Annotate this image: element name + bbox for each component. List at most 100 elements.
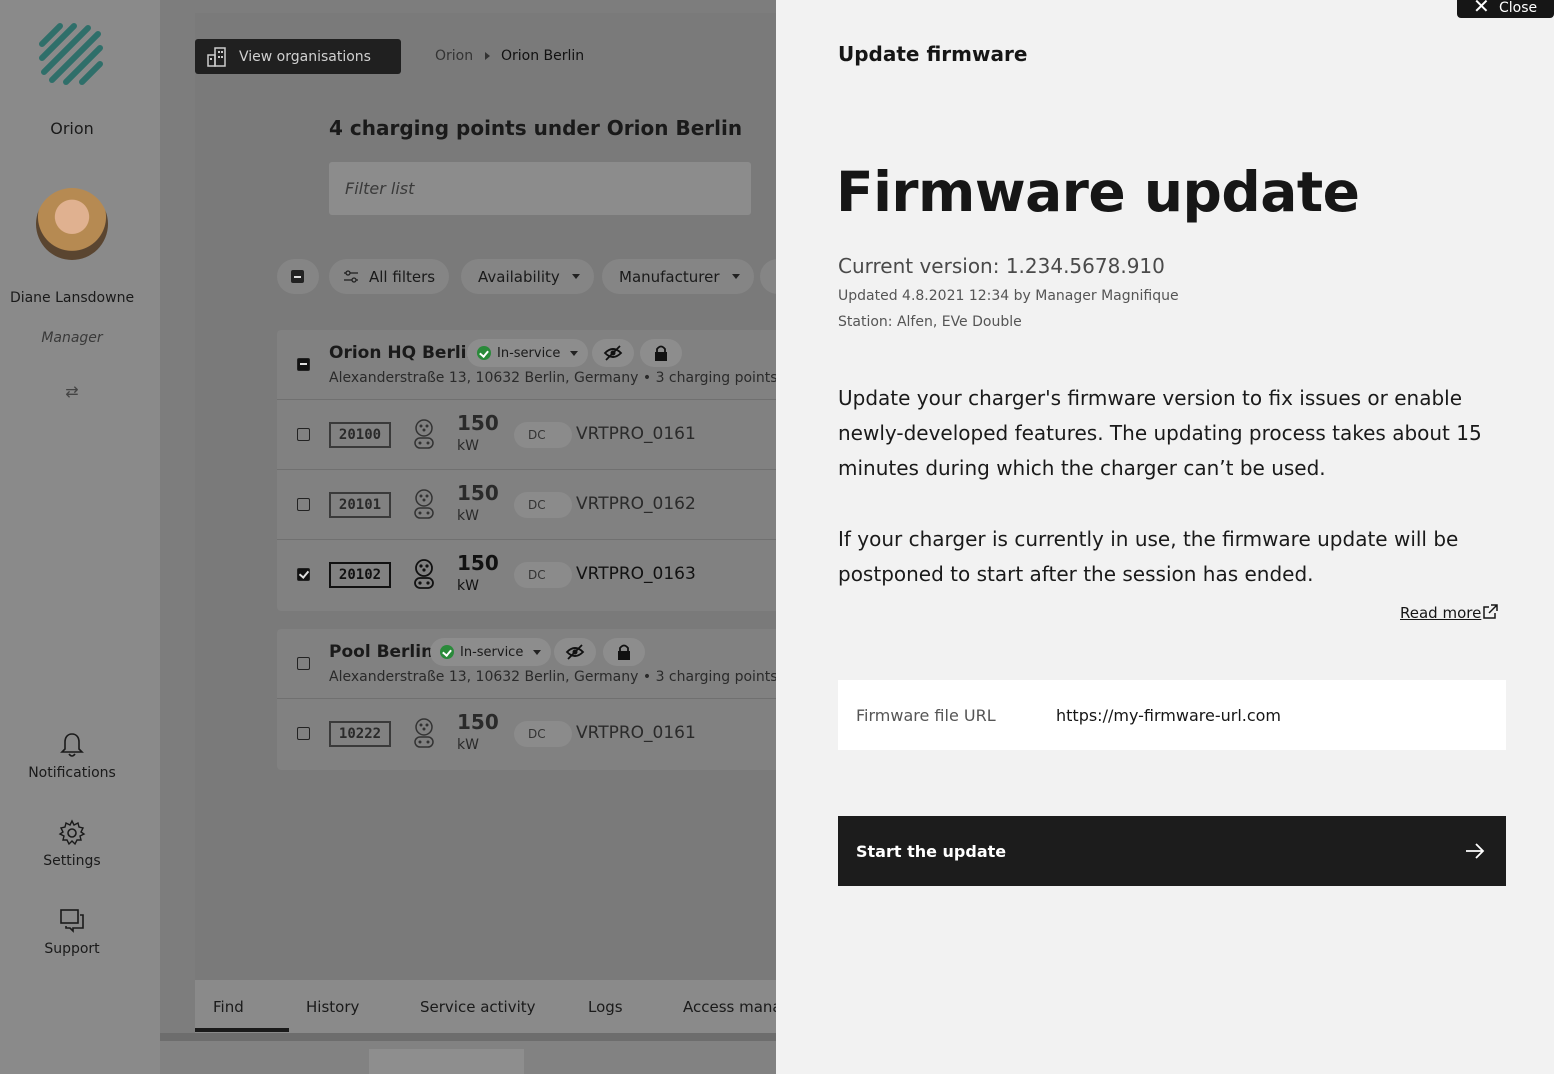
user-role: Manager bbox=[41, 330, 103, 346]
close-button[interactable]: ✕ Close bbox=[1457, 0, 1554, 18]
current-type-badge: DC bbox=[514, 721, 572, 747]
charging-point-row[interactable]: 20100 150 kW DC VRTPRO_0161 bbox=[277, 400, 797, 470]
eye-off-icon bbox=[603, 345, 623, 361]
external-link-icon bbox=[1483, 604, 1498, 619]
availability-label: Availability bbox=[478, 267, 560, 286]
view-organisations-button[interactable]: View organisations bbox=[195, 39, 401, 74]
group-checkbox[interactable] bbox=[297, 657, 310, 670]
lock-icon bbox=[655, 345, 667, 361]
chevron-down-icon bbox=[731, 274, 740, 279]
firmware-url-field[interactable]: Firmware file URL https://my-firmware-ur… bbox=[838, 680, 1506, 750]
all-filters-button[interactable]: All filters bbox=[329, 259, 450, 294]
row-checkbox[interactable] bbox=[297, 498, 310, 511]
divider bbox=[160, 1033, 840, 1041]
breadcrumb-separator-icon bbox=[485, 52, 490, 60]
point-count: • 3 charging points bbox=[642, 370, 778, 386]
point-id: 20100 bbox=[329, 422, 391, 448]
power-unit: kW bbox=[457, 438, 479, 454]
power-unit: kW bbox=[457, 578, 479, 594]
breadcrumb-orion-berlin: Orion Berlin bbox=[501, 48, 585, 64]
tab-service-activity[interactable]: Service activity bbox=[420, 998, 536, 1016]
select-all-checkbox[interactable] bbox=[277, 259, 319, 294]
status-label: In-service bbox=[460, 644, 524, 660]
charger-code: VRTPRO_0163 bbox=[576, 564, 696, 584]
nav-settings[interactable]: Settings bbox=[0, 819, 144, 869]
status-dropdown[interactable]: In-service bbox=[467, 339, 589, 367]
tab-bar: Find History Service activity Logs Acces… bbox=[195, 980, 835, 1034]
tab-access-management[interactable]: Access mana bbox=[683, 998, 782, 1016]
read-more-link[interactable]: Read more bbox=[1400, 604, 1481, 622]
close-icon: ✕ bbox=[1473, 0, 1490, 18]
group-checkbox[interactable] bbox=[297, 358, 310, 371]
charging-point-row[interactable]: 20101 150 kW DC VRTPRO_0162 bbox=[277, 470, 797, 540]
power-unit: kW bbox=[457, 737, 479, 753]
location-group: Pool Berlin In-service Alexanderstraße 1… bbox=[277, 629, 797, 770]
connector-icon bbox=[414, 718, 434, 748]
sidebar: Orion Diane Lansdowne Manager ⇄ Notifica… bbox=[0, 0, 160, 1074]
check-circle-icon bbox=[440, 645, 454, 659]
firmware-drawer: ✕ Close Update firmware Firmware update … bbox=[776, 0, 1554, 1074]
breadcrumb-orion[interactable]: Orion bbox=[435, 48, 473, 64]
eye-off-icon bbox=[565, 644, 585, 660]
chat-icon bbox=[60, 909, 84, 933]
firmware-url-input[interactable]: https://my-firmware-url.com bbox=[1056, 706, 1281, 725]
visibility-toggle[interactable] bbox=[554, 638, 596, 666]
current-type-badge: DC bbox=[514, 562, 572, 588]
nav-support[interactable]: Support bbox=[0, 907, 144, 957]
chevron-down-icon bbox=[533, 649, 542, 655]
lock-toggle[interactable] bbox=[603, 638, 645, 666]
updated-info: Updated 4.8.2021 12:34 by Manager Magnif… bbox=[838, 288, 1179, 304]
tab-history[interactable]: History bbox=[306, 998, 359, 1016]
point-count: • 3 charging points bbox=[642, 669, 778, 685]
tab-find[interactable]: Find bbox=[213, 998, 244, 1016]
charging-point-row[interactable]: 10222 150 kW DC VRTPRO_0161 bbox=[277, 699, 797, 769]
connector-icon bbox=[414, 559, 434, 589]
start-update-button[interactable]: Start the update bbox=[838, 816, 1506, 886]
tab-logs[interactable]: Logs bbox=[588, 998, 623, 1016]
filter-input[interactable]: Filter list bbox=[329, 162, 751, 215]
charging-point-row[interactable]: 20102 150 kW DC VRTPRO_0163 bbox=[277, 540, 797, 610]
nav-support-label: Support bbox=[44, 941, 100, 957]
current-type-badge: DC bbox=[514, 422, 572, 448]
row-checkbox[interactable] bbox=[297, 428, 310, 441]
lock-icon bbox=[618, 644, 630, 660]
location-address: Alexanderstraße 13, 10632 Berlin, German… bbox=[329, 669, 778, 685]
lock-toggle[interactable] bbox=[640, 339, 682, 367]
orion-logo bbox=[39, 23, 103, 85]
visibility-toggle[interactable] bbox=[592, 339, 634, 367]
nav-notifications[interactable]: Notifications bbox=[0, 731, 144, 781]
row-checkbox[interactable] bbox=[297, 727, 310, 740]
start-update-label: Start the update bbox=[856, 842, 1007, 861]
nav-settings-label: Settings bbox=[43, 853, 101, 869]
connector-icon bbox=[414, 419, 434, 449]
check-circle-icon bbox=[477, 346, 491, 360]
charger-code: VRTPRO_0161 bbox=[576, 723, 696, 743]
location-name: Orion HQ Berlin bbox=[329, 343, 479, 363]
availability-dropdown[interactable]: Availability bbox=[461, 259, 594, 294]
manufacturer-dropdown[interactable]: Manufacturer bbox=[602, 259, 754, 294]
location-header[interactable]: Pool Berlin In-service Alexanderstraße 1… bbox=[277, 629, 797, 699]
all-filters-label: All filters bbox=[369, 267, 436, 286]
gear-icon bbox=[58, 819, 86, 846]
location-header[interactable]: Orion HQ Berlin In-service Alexanderstra… bbox=[277, 330, 797, 400]
point-id: 20102 bbox=[329, 562, 391, 588]
sliders-icon bbox=[344, 269, 358, 283]
location-address: Alexanderstraße 13, 10632 Berlin, German… bbox=[329, 370, 778, 386]
power-value: 150 bbox=[457, 710, 499, 734]
status-dropdown[interactable]: In-service bbox=[430, 638, 552, 666]
point-id: 10222 bbox=[329, 721, 391, 747]
building-icon bbox=[207, 47, 226, 67]
nav-notifications-label: Notifications bbox=[28, 765, 116, 781]
bottom-nav-active-item[interactable] bbox=[369, 1049, 524, 1074]
switch-account-icon[interactable]: ⇄ bbox=[62, 382, 82, 402]
view-organisations-label: View organisations bbox=[239, 48, 371, 65]
arrow-right-icon bbox=[1466, 843, 1485, 859]
manufacturer-label: Manufacturer bbox=[619, 267, 720, 286]
connector-icon bbox=[414, 489, 434, 519]
avatar[interactable] bbox=[36, 188, 108, 260]
drawer-title: Firmware update bbox=[836, 160, 1360, 224]
drawer-header: Update firmware bbox=[838, 42, 1028, 66]
power-value: 150 bbox=[457, 551, 499, 575]
row-checkbox[interactable] bbox=[297, 568, 310, 581]
firmware-url-label: Firmware file URL bbox=[856, 706, 996, 725]
